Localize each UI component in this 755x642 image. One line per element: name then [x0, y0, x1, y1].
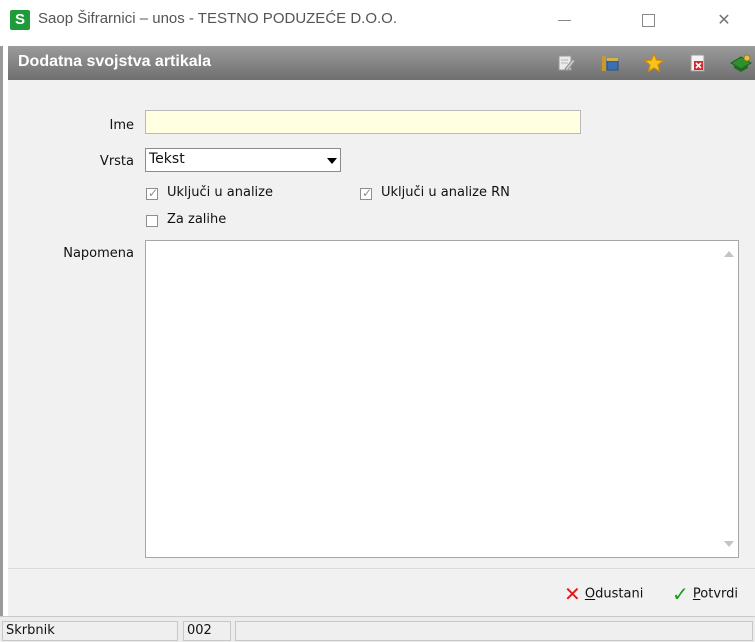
confirm-button-label: Potvrdi	[692, 586, 739, 602]
close-icon: ✕	[717, 10, 731, 29]
check-icon: ✓	[148, 186, 159, 200]
minimize-button[interactable]	[546, 6, 582, 34]
window-left-edge	[0, 46, 3, 616]
ukljuci-analize-rn-label: Uključi u analize RN	[381, 185, 510, 200]
za-zalihe-label: Za zalihe	[167, 212, 227, 227]
cancel-button-label: Odustani	[584, 586, 644, 602]
check-icon: ✓	[362, 186, 373, 200]
ukljuci-analize-checkbox[interactable]: ✓	[146, 186, 159, 200]
status-bar: Skrbnik 002	[0, 616, 755, 642]
layout-icon[interactable]	[600, 53, 620, 73]
help-book-icon[interactable]	[730, 53, 752, 73]
scroll-up-icon[interactable]	[724, 251, 734, 257]
napomena-label: Napomena	[63, 246, 134, 261]
ukljuci-analize-rn-checkbox[interactable]: ✓	[360, 186, 373, 200]
ime-input[interactable]	[145, 110, 581, 134]
confirm-button[interactable]: ✓ Potvrdi	[672, 582, 738, 606]
maximize-icon	[641, 14, 655, 27]
vrsta-select[interactable]: Tekst	[145, 148, 341, 172]
delete-icon[interactable]	[688, 53, 708, 73]
minimize-icon	[557, 20, 571, 21]
ukljuci-analize-label: Uključi u analize	[167, 185, 273, 200]
vrsta-label: Vrsta	[99, 154, 134, 169]
za-zalihe-checkbox[interactable]	[146, 215, 158, 227]
scroll-down-icon[interactable]	[724, 541, 734, 547]
maximize-button[interactable]	[630, 6, 666, 34]
ime-label: Ime	[109, 118, 135, 133]
vrsta-selected-value: Tekst	[149, 151, 185, 167]
edit-icon[interactable]	[556, 53, 576, 73]
close-button[interactable]: ✕	[706, 6, 742, 34]
status-user: Skrbnik	[2, 621, 178, 641]
panel-header: Dodatna svojstva artikala	[8, 46, 755, 80]
cancel-button[interactable]: ✕ Odustani	[564, 582, 643, 606]
confirm-check-icon: ✓	[672, 582, 689, 606]
cancel-x-icon: ✕	[564, 582, 581, 606]
panel-title: Dodatna svojstva artikala	[18, 53, 211, 70]
status-code: 002	[183, 621, 231, 641]
star-icon[interactable]	[643, 52, 665, 73]
window-title: Saop Šifrarnici – unos - TESTNO PODUZEĆE…	[38, 10, 397, 27]
status-extra	[235, 621, 753, 641]
napomena-scrollbar[interactable]	[720, 241, 738, 557]
dropdown-arrow-icon[interactable]	[327, 158, 337, 164]
app-logo-icon: S	[10, 10, 30, 30]
napomena-textarea[interactable]	[145, 240, 739, 558]
